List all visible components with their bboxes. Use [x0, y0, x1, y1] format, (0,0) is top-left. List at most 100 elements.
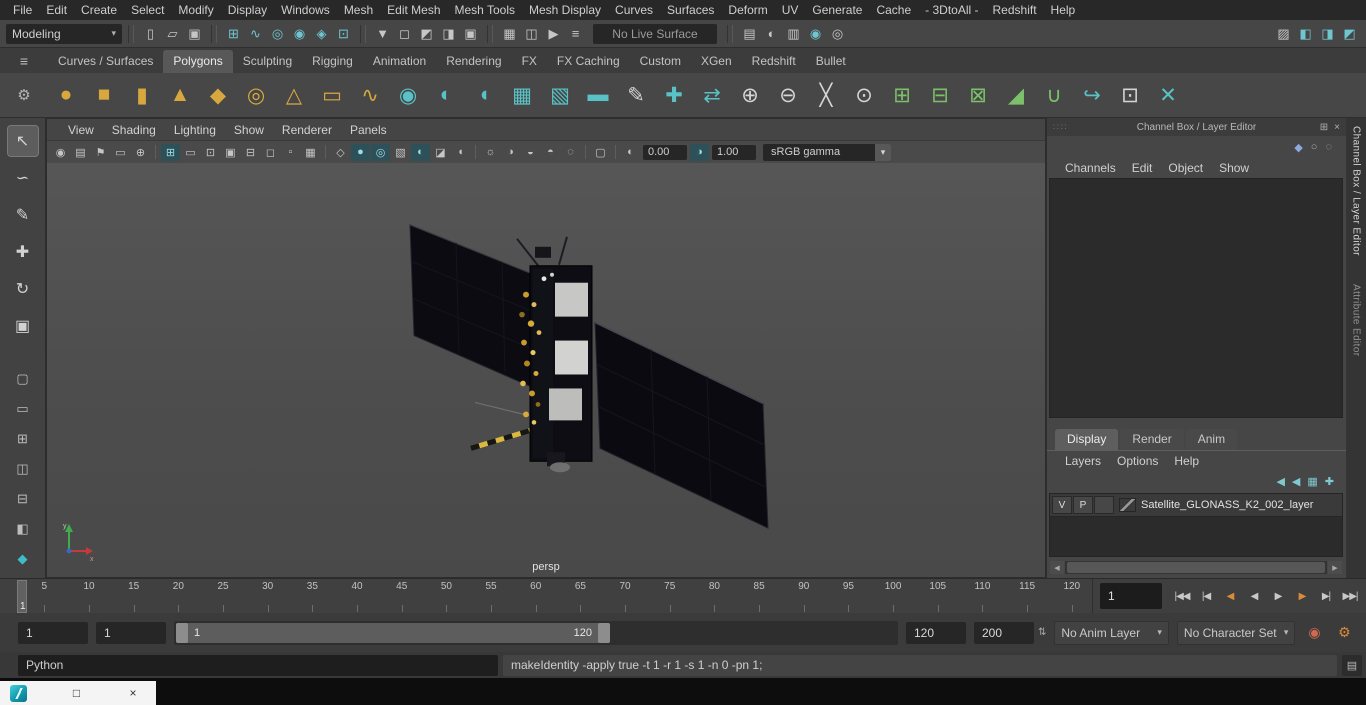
resolution-gate-icon[interactable]: ⊡ [201, 144, 220, 161]
toolbar-separator[interactable] [211, 24, 217, 43]
toolbar-separator[interactable] [360, 24, 366, 43]
image-plane-icon[interactable]: ▭ [111, 144, 130, 161]
layer-move-up-icon[interactable]: ◀ [1276, 475, 1284, 488]
subdiv-proxy-icon[interactable]: ◐ [428, 77, 464, 113]
mesh-cleanup-icon[interactable]: ✕ [1150, 77, 1186, 113]
play-backwards-button[interactable]: ◀ [1242, 583, 1266, 609]
toggle-modeling-toolkit-icon[interactable]: ▨ [1273, 23, 1294, 44]
anim-layer-dropdown[interactable]: No Anim Layer ▾ [1054, 620, 1169, 645]
select-tool[interactable]: ↖ [6, 125, 39, 157]
exposure-field[interactable]: 0.00 [643, 144, 687, 160]
select-hierarchy-icon[interactable]: ▼ [372, 23, 393, 44]
use-default-material-icon[interactable]: ◐ [411, 143, 430, 161]
shelf-tab-curves-surfaces[interactable]: Curves / Surfaces [48, 50, 163, 73]
menu-display[interactable]: Display [221, 0, 274, 20]
layer-color-swatch[interactable] [1119, 498, 1136, 512]
step-back-key-button[interactable]: ◀ [1218, 583, 1242, 609]
gamma-icon[interactable]: ◑ [690, 143, 709, 161]
step-back-frame-button[interactable]: |◀ [1194, 583, 1218, 609]
layer-list-horizontal-scrollbar[interactable]: ◀ ▶ [1050, 561, 1342, 574]
bookmark-icon[interactable]: ⚑ [91, 144, 110, 161]
shelf-tab-rigging[interactable]: Rigging [302, 50, 363, 73]
safe-title-icon[interactable]: ▫ [281, 144, 300, 161]
animation-preferences-button[interactable]: ⚙ [1333, 622, 1355, 644]
range-end-handle[interactable] [598, 622, 610, 643]
panel-menu-lighting[interactable]: Lighting [165, 123, 225, 137]
snap-to-point-icon[interactable]: ◎ [267, 23, 288, 44]
select-camera-icon[interactable]: ◉ [51, 144, 70, 161]
curve-warp-icon[interactable]: ↪ [1074, 77, 1110, 113]
use-all-lights-icon[interactable]: ☼ [481, 144, 500, 161]
last-tool-slot[interactable]: ▢ [10, 368, 36, 390]
panel-menu-view[interactable]: View [59, 123, 103, 137]
menu-3dtoall[interactable]: - 3DtoAll - [918, 0, 985, 20]
shelf-tab-custom[interactable]: Custom [630, 50, 691, 73]
view-transform-dropdown[interactable]: sRGB gamma ▾ [763, 143, 891, 161]
boolean-intersection-icon[interactable]: ⊠ [960, 77, 996, 113]
toggle-channel-box-icon[interactable]: ◩ [1339, 23, 1360, 44]
snap-to-grid-icon[interactable]: ⊞ [223, 23, 244, 44]
layer-editor-menu-help[interactable]: Help [1168, 454, 1205, 468]
viewport-canvas[interactable]: y x persp [47, 163, 1045, 577]
menu-edit-mesh[interactable]: Edit Mesh [380, 0, 447, 20]
anti-aliasing-icon[interactable]: ◌ [561, 144, 580, 161]
go-to-start-button[interactable]: |◀◀ [1170, 583, 1194, 609]
bridge-icon[interactable]: ∪ [1036, 77, 1072, 113]
step-forward-key-button[interactable]: ▶ [1290, 583, 1314, 609]
layout-two-pane-stacked-button[interactable]: ⊟ [10, 488, 36, 510]
drag-handle-icon[interactable]: ∷∷ [1053, 122, 1131, 133]
render-view-icon[interactable]: ◉ [805, 23, 826, 44]
rotate-tool[interactable]: ↻ [8, 274, 38, 304]
toolbar-separator[interactable] [128, 24, 134, 43]
boolean-union-icon[interactable]: ⊞ [884, 77, 920, 113]
safe-action-icon[interactable]: ◻ [261, 144, 280, 161]
scale-tool[interactable]: ▣ [8, 311, 38, 341]
toggle-attribute-editor-icon[interactable]: ◧ [1295, 23, 1316, 44]
screen-space-ao-icon[interactable]: ◒ [521, 144, 540, 161]
layout-single-pane-button[interactable]: ▭ [10, 398, 36, 420]
command-input[interactable] [73, 653, 490, 677]
toolbar-separator[interactable] [487, 24, 493, 43]
create-layer-from-selected-icon[interactable]: ▦ [1307, 475, 1317, 488]
shelf-menu-icon[interactable]: ≡ [0, 53, 48, 69]
evaluation-mode-icon[interactable]: ▶ [543, 23, 564, 44]
toolbar-separator[interactable] [727, 24, 733, 43]
script-editor-button[interactable]: ▤ [1342, 654, 1362, 676]
layout-persp-outliner-button[interactable]: ◧ [10, 518, 36, 540]
live-surface-field[interactable]: No Live Surface [593, 23, 717, 44]
menu-mesh[interactable]: Mesh [337, 0, 380, 20]
new-scene-icon[interactable]: ▯ [140, 23, 161, 44]
target-weld-icon[interactable]: ⊙ [846, 77, 882, 113]
menu-cache[interactable]: Cache [869, 0, 918, 20]
play-forwards-button[interactable]: ▶ [1266, 583, 1290, 609]
layout-custom-button[interactable]: ◆ [10, 548, 36, 570]
layer-display-type-toggle[interactable] [1094, 496, 1114, 514]
menu-windows[interactable]: Windows [274, 0, 337, 20]
poly-plane-icon[interactable]: ▬ [580, 77, 616, 113]
poly-platonic-icon[interactable]: ◆ [200, 77, 236, 113]
chevron-down-icon[interactable]: ▾ [875, 143, 891, 161]
film-gate-icon[interactable]: ▭ [181, 144, 200, 161]
separate-icon[interactable]: ⊖ [770, 77, 806, 113]
lock-selection-icon[interactable]: ▣ [460, 23, 481, 44]
smooth-shade-icon[interactable]: ● [351, 143, 370, 161]
range-start-handle[interactable] [176, 622, 188, 643]
channel-list-area[interactable] [1049, 178, 1343, 418]
bevel-icon[interactable]: ◢ [998, 77, 1034, 113]
poly-sphere-icon[interactable]: ● [48, 77, 84, 113]
channel-box-menu-object[interactable]: Object [1162, 161, 1209, 175]
lasso-select-tool[interactable]: ∽ [8, 163, 38, 193]
menu-generate[interactable]: Generate [805, 0, 869, 20]
layer-editor-menu-layers[interactable]: Layers [1059, 454, 1107, 468]
side-tab-attribute-editor[interactable]: Attribute Editor [1351, 284, 1362, 357]
maximize-button[interactable]: □ [70, 686, 84, 700]
layer-editor-tab-render[interactable]: Render [1120, 429, 1184, 450]
poly-cylinder-icon[interactable]: ▮ [124, 77, 160, 113]
manip-mode-icon[interactable]: ◌ [1325, 141, 1332, 153]
render-current-frame-icon[interactable]: ▤ [739, 23, 760, 44]
menu-set-selector[interactable]: Modeling ▾ [6, 23, 122, 44]
poly-torus-icon[interactable]: ◎ [238, 77, 274, 113]
shelf-tab-rendering[interactable]: Rendering [436, 50, 511, 73]
motion-blur-icon[interactable]: ◓ [541, 144, 560, 161]
layer-editor-tab-anim[interactable]: Anim [1185, 429, 1238, 450]
